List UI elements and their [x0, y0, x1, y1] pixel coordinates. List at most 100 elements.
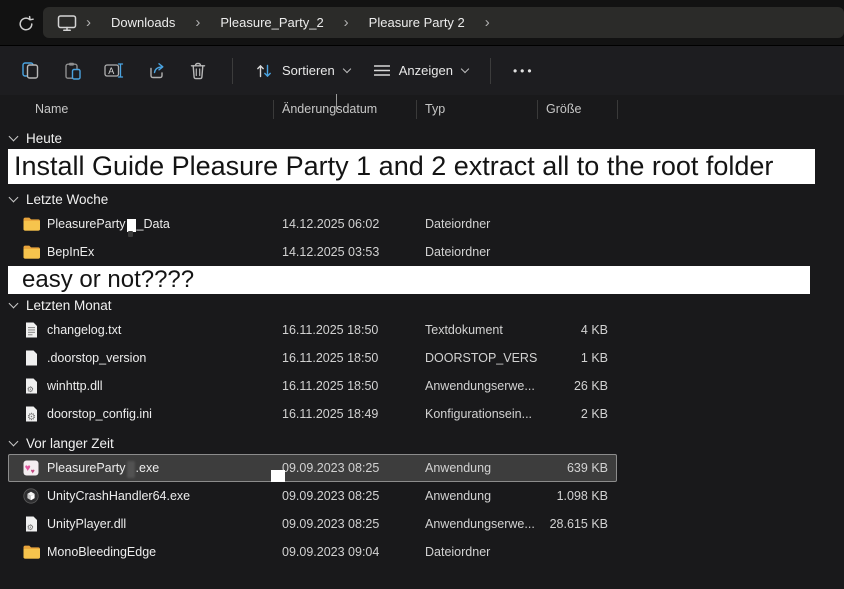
file-type: Dateiordner	[416, 238, 537, 266]
folder-icon	[22, 544, 40, 561]
command-toolbar: A Sortieren Anzeigen	[0, 45, 844, 95]
svg-text:⚙: ⚙	[27, 412, 36, 422]
copy-button[interactable]	[12, 54, 48, 88]
file-date: 16.11.2025 18:50	[273, 344, 416, 372]
group-header-vor-langer-zeit[interactable]: Vor langer Zeit	[0, 432, 844, 454]
file-type: Textdokument	[416, 316, 537, 344]
group-label: Heute	[26, 131, 62, 146]
more-options-button[interactable]: •••	[501, 54, 547, 88]
file-name: ⚙doorstop_config.ini	[8, 400, 273, 428]
rename-icon: A	[104, 62, 124, 79]
file-date: 09.09.2023 08:25	[273, 510, 416, 538]
file-type: Konfigurationsein...	[416, 400, 537, 428]
blur-artifact	[127, 461, 135, 478]
ini-file-icon: ⚙	[22, 406, 40, 423]
column-header-type[interactable]: Typ	[416, 95, 537, 123]
chevron-down-icon	[9, 436, 19, 446]
file-name: ♥♥PleasureParty.exe	[8, 454, 273, 482]
file-type: Dateiordner	[416, 538, 537, 566]
file-name: ⚙winhttp.dll	[8, 372, 273, 400]
file-name: changelog.txt	[8, 316, 273, 344]
file-row[interactable]: MonoBleedingEdge09.09.2023 09:04Dateiord…	[8, 538, 617, 566]
file-type: Anwendungserwe...	[416, 372, 537, 400]
file-row[interactable]: PleasureParty_Data14.12.2025 06:02Dateio…	[8, 210, 617, 238]
sort-menu-label: Sortieren	[282, 63, 335, 78]
dll-file-icon: ⚙	[22, 516, 40, 533]
breadcrumb-item-pleasure-party-2[interactable]: Pleasure Party 2	[358, 7, 476, 38]
share-button[interactable]	[138, 54, 174, 88]
file-name: .doorstop_version	[8, 344, 273, 372]
paste-icon	[64, 62, 81, 80]
file-size: 2 KB	[537, 400, 617, 428]
file-name: PleasureParty_Data	[8, 210, 273, 238]
file-date: 16.11.2025 18:50	[273, 372, 416, 400]
file-name: MonoBleedingEdge	[8, 538, 273, 566]
group-header-letzten-monat[interactable]: Letzten Monat	[0, 294, 844, 316]
file-row[interactable]: .doorstop_version16.11.2025 18:50DOORSTO…	[8, 344, 617, 372]
file-name: UnityCrashHandler64.exe	[8, 482, 273, 510]
group-label: Letzte Woche	[26, 192, 108, 207]
group-rows-letzte-woche: PleasureParty_Data14.12.2025 06:02Dateio…	[0, 210, 844, 266]
file-list: Heute Install Guide Pleasure Party 1 and…	[0, 123, 844, 566]
svg-text:⚙: ⚙	[26, 523, 33, 532]
file-row[interactable]: ⚙UnityPlayer.dll09.09.2023 08:25Anwendun…	[8, 510, 617, 538]
group-header-heute[interactable]: Heute	[0, 123, 844, 149]
column-divider[interactable]	[416, 100, 417, 119]
column-divider[interactable]	[273, 100, 274, 119]
paint-artifact	[271, 470, 285, 482]
column-divider[interactable]	[617, 100, 618, 119]
folder-icon	[22, 244, 40, 261]
group-header-letzte-woche[interactable]: Letzte Woche	[0, 188, 844, 210]
file-date: 09.09.2023 09:04	[273, 538, 416, 566]
column-header-name[interactable]: Name	[8, 95, 273, 123]
breadcrumb-item-pleasure-party-2-zip[interactable]: Pleasure_Party_2	[209, 7, 334, 38]
refresh-button[interactable]	[14, 13, 38, 35]
chevron-right-icon[interactable]: ›	[77, 7, 100, 38]
file-size: 1.098 KB	[537, 482, 617, 510]
paste-button[interactable]	[54, 54, 90, 88]
group-rows-vor-langer-zeit: ♥♥PleasureParty.exe09.09.2023 08:25Anwen…	[0, 454, 844, 566]
file-row[interactable]: UnityCrashHandler64.exe09.09.2023 08:25A…	[8, 482, 617, 510]
file-row[interactable]: ⚙doorstop_config.ini16.11.2025 18:49Konf…	[8, 400, 617, 428]
refresh-icon	[17, 15, 35, 33]
sort-menu-button[interactable]: Sortieren	[243, 54, 362, 88]
file-row[interactable]: ♥♥PleasureParty.exe09.09.2023 08:25Anwen…	[8, 454, 617, 482]
file-size: 4 KB	[537, 316, 617, 344]
delete-button[interactable]	[180, 54, 216, 88]
breadcrumb: › Downloads › Pleasure_Party_2 › Pleasur…	[43, 7, 844, 38]
file-size	[537, 538, 617, 566]
title-bar: › Downloads › Pleasure_Party_2 › Pleasur…	[0, 0, 844, 45]
file-size: 28.615 KB	[537, 510, 617, 538]
blank-file-icon	[22, 350, 40, 367]
column-header-date[interactable]: Änderungsdatum	[273, 95, 416, 123]
dll-file-icon: ⚙	[22, 378, 40, 395]
chevron-right-icon[interactable]: ›	[476, 7, 499, 38]
chevron-right-icon[interactable]: ›	[335, 7, 358, 38]
breadcrumb-item-downloads[interactable]: Downloads	[100, 7, 186, 38]
file-size	[537, 238, 617, 266]
file-date: 09.09.2023 08:25	[273, 482, 416, 510]
file-date: 14.12.2025 03:53	[273, 238, 416, 266]
file-name: ⚙UnityPlayer.dll	[8, 510, 273, 538]
file-date: 16.11.2025 18:50	[273, 316, 416, 344]
hearts-app-icon: ♥♥	[22, 460, 40, 477]
column-divider[interactable]	[537, 100, 538, 119]
desktop-icon[interactable]	[57, 14, 77, 32]
file-date: 16.11.2025 18:49	[273, 400, 416, 428]
chevron-right-icon[interactable]: ›	[186, 7, 209, 38]
view-menu-button[interactable]: Anzeigen	[362, 54, 480, 88]
cursor-artifact	[127, 219, 136, 232]
file-row[interactable]: ⚙winhttp.dll16.11.2025 18:50Anwendungser…	[8, 372, 617, 400]
share-icon	[148, 62, 165, 79]
file-type: Anwendung	[416, 454, 537, 482]
file-row[interactable]: changelog.txt16.11.2025 18:50Textdokumen…	[8, 316, 617, 344]
install-guide-banner: Install Guide Pleasure Party 1 and 2 ext…	[8, 149, 815, 184]
toolbar-divider	[232, 58, 233, 84]
view-menu-label: Anzeigen	[399, 63, 453, 78]
chevron-down-icon	[461, 64, 469, 72]
rename-button[interactable]: A	[96, 54, 132, 88]
file-type: Anwendung	[416, 482, 537, 510]
svg-text:♥: ♥	[31, 469, 35, 476]
file-row[interactable]: BepInEx14.12.2025 03:53Dateiordner	[8, 238, 617, 266]
column-header-size[interactable]: Größe	[537, 95, 617, 123]
